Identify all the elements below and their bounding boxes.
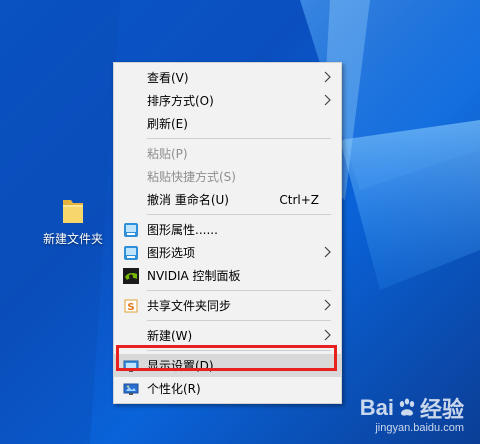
menu-item-label: 排序方式(O) <box>147 94 214 108</box>
folder-icon <box>60 196 86 226</box>
watermark-logo: Bai 经验 <box>360 392 464 424</box>
menu-item-label: 粘贴(P) <box>147 147 188 161</box>
menu-item-graphics-options[interactable]: 图形选项 <box>114 241 341 264</box>
menu-item-personalize[interactable]: 个性化(R) <box>114 377 341 400</box>
menu-item-paste-shortcut[interactable]: 粘贴快捷方式(S) <box>114 165 341 188</box>
menu-item-graphics-properties[interactable]: 图形属性...... <box>114 218 341 241</box>
menu-item-label: 查看(V) <box>147 71 189 85</box>
menu-item-shortcut: Ctrl+Z <box>279 192 319 207</box>
menu-separator <box>147 138 331 139</box>
menu-item-label: 图形属性...... <box>147 223 218 237</box>
menu-item-label: 共享文件夹同步 <box>147 299 232 313</box>
menu-item-undo-rename[interactable]: 撤消 重命名(U) Ctrl+Z <box>114 188 341 211</box>
chevron-right-icon <box>324 94 331 106</box>
menu-separator <box>147 290 331 291</box>
menu-item-label: 粘贴快捷方式(S) <box>147 170 236 184</box>
menu-item-label: 刷新(E) <box>147 117 188 131</box>
menu-separator <box>147 214 331 215</box>
sync-folder-icon: S <box>124 299 138 313</box>
menu-item-shared-folder-sync[interactable]: S 共享文件夹同步 <box>114 294 341 317</box>
menu-item-nvidia-control-panel[interactable]: NVIDIA 控制面板 <box>114 264 341 287</box>
paw-icon <box>399 398 415 416</box>
menu-separator <box>147 320 331 321</box>
desktop-folder-icon[interactable]: 新建文件夹 <box>38 196 108 247</box>
chevron-right-icon <box>324 299 331 311</box>
menu-separator <box>147 350 331 351</box>
menu-item-display-settings[interactable]: 显示设置(D) <box>114 354 341 377</box>
svg-text:S: S <box>127 302 134 313</box>
watermark-brand: Bai <box>359 395 394 420</box>
menu-item-paste[interactable]: 粘贴(P) <box>114 142 341 165</box>
menu-item-label: NVIDIA 控制面板 <box>147 269 241 283</box>
intel-graphics-icon <box>124 246 138 260</box>
nvidia-icon <box>123 268 139 284</box>
menu-item-view[interactable]: 查看(V) <box>114 66 341 89</box>
menu-item-label: 显示设置(D) <box>147 359 214 373</box>
menu-item-label: 个性化(R) <box>147 382 201 396</box>
personalize-icon <box>123 383 139 395</box>
baidu-jingyan-watermark: Bai 经验 jingyan.baidu.com <box>360 392 464 434</box>
watermark-url: jingyan.baidu.com <box>375 422 464 434</box>
menu-item-refresh[interactable]: 刷新(E) <box>114 112 341 135</box>
chevron-right-icon <box>324 71 331 83</box>
context-menu: 查看(V) 排序方式(O) 刷新(E) 粘贴(P) 粘贴快捷方式(S) 撤消 重… <box>113 62 342 404</box>
watermark-brand-suffix: 经验 <box>419 397 464 422</box>
monitor-icon <box>123 360 139 372</box>
menu-item-label: 图形选项 <box>147 246 196 260</box>
menu-item-label: 撤消 重命名(U) <box>147 193 229 207</box>
intel-graphics-icon <box>124 223 138 237</box>
chevron-right-icon <box>324 329 331 341</box>
menu-item-new[interactable]: 新建(W) <box>114 324 341 347</box>
chevron-right-icon <box>324 246 331 258</box>
menu-item-label: 新建(W) <box>147 329 193 343</box>
desktop-icon-label: 新建文件夹 <box>42 232 103 246</box>
menu-item-sort-by[interactable]: 排序方式(O) <box>114 89 341 112</box>
